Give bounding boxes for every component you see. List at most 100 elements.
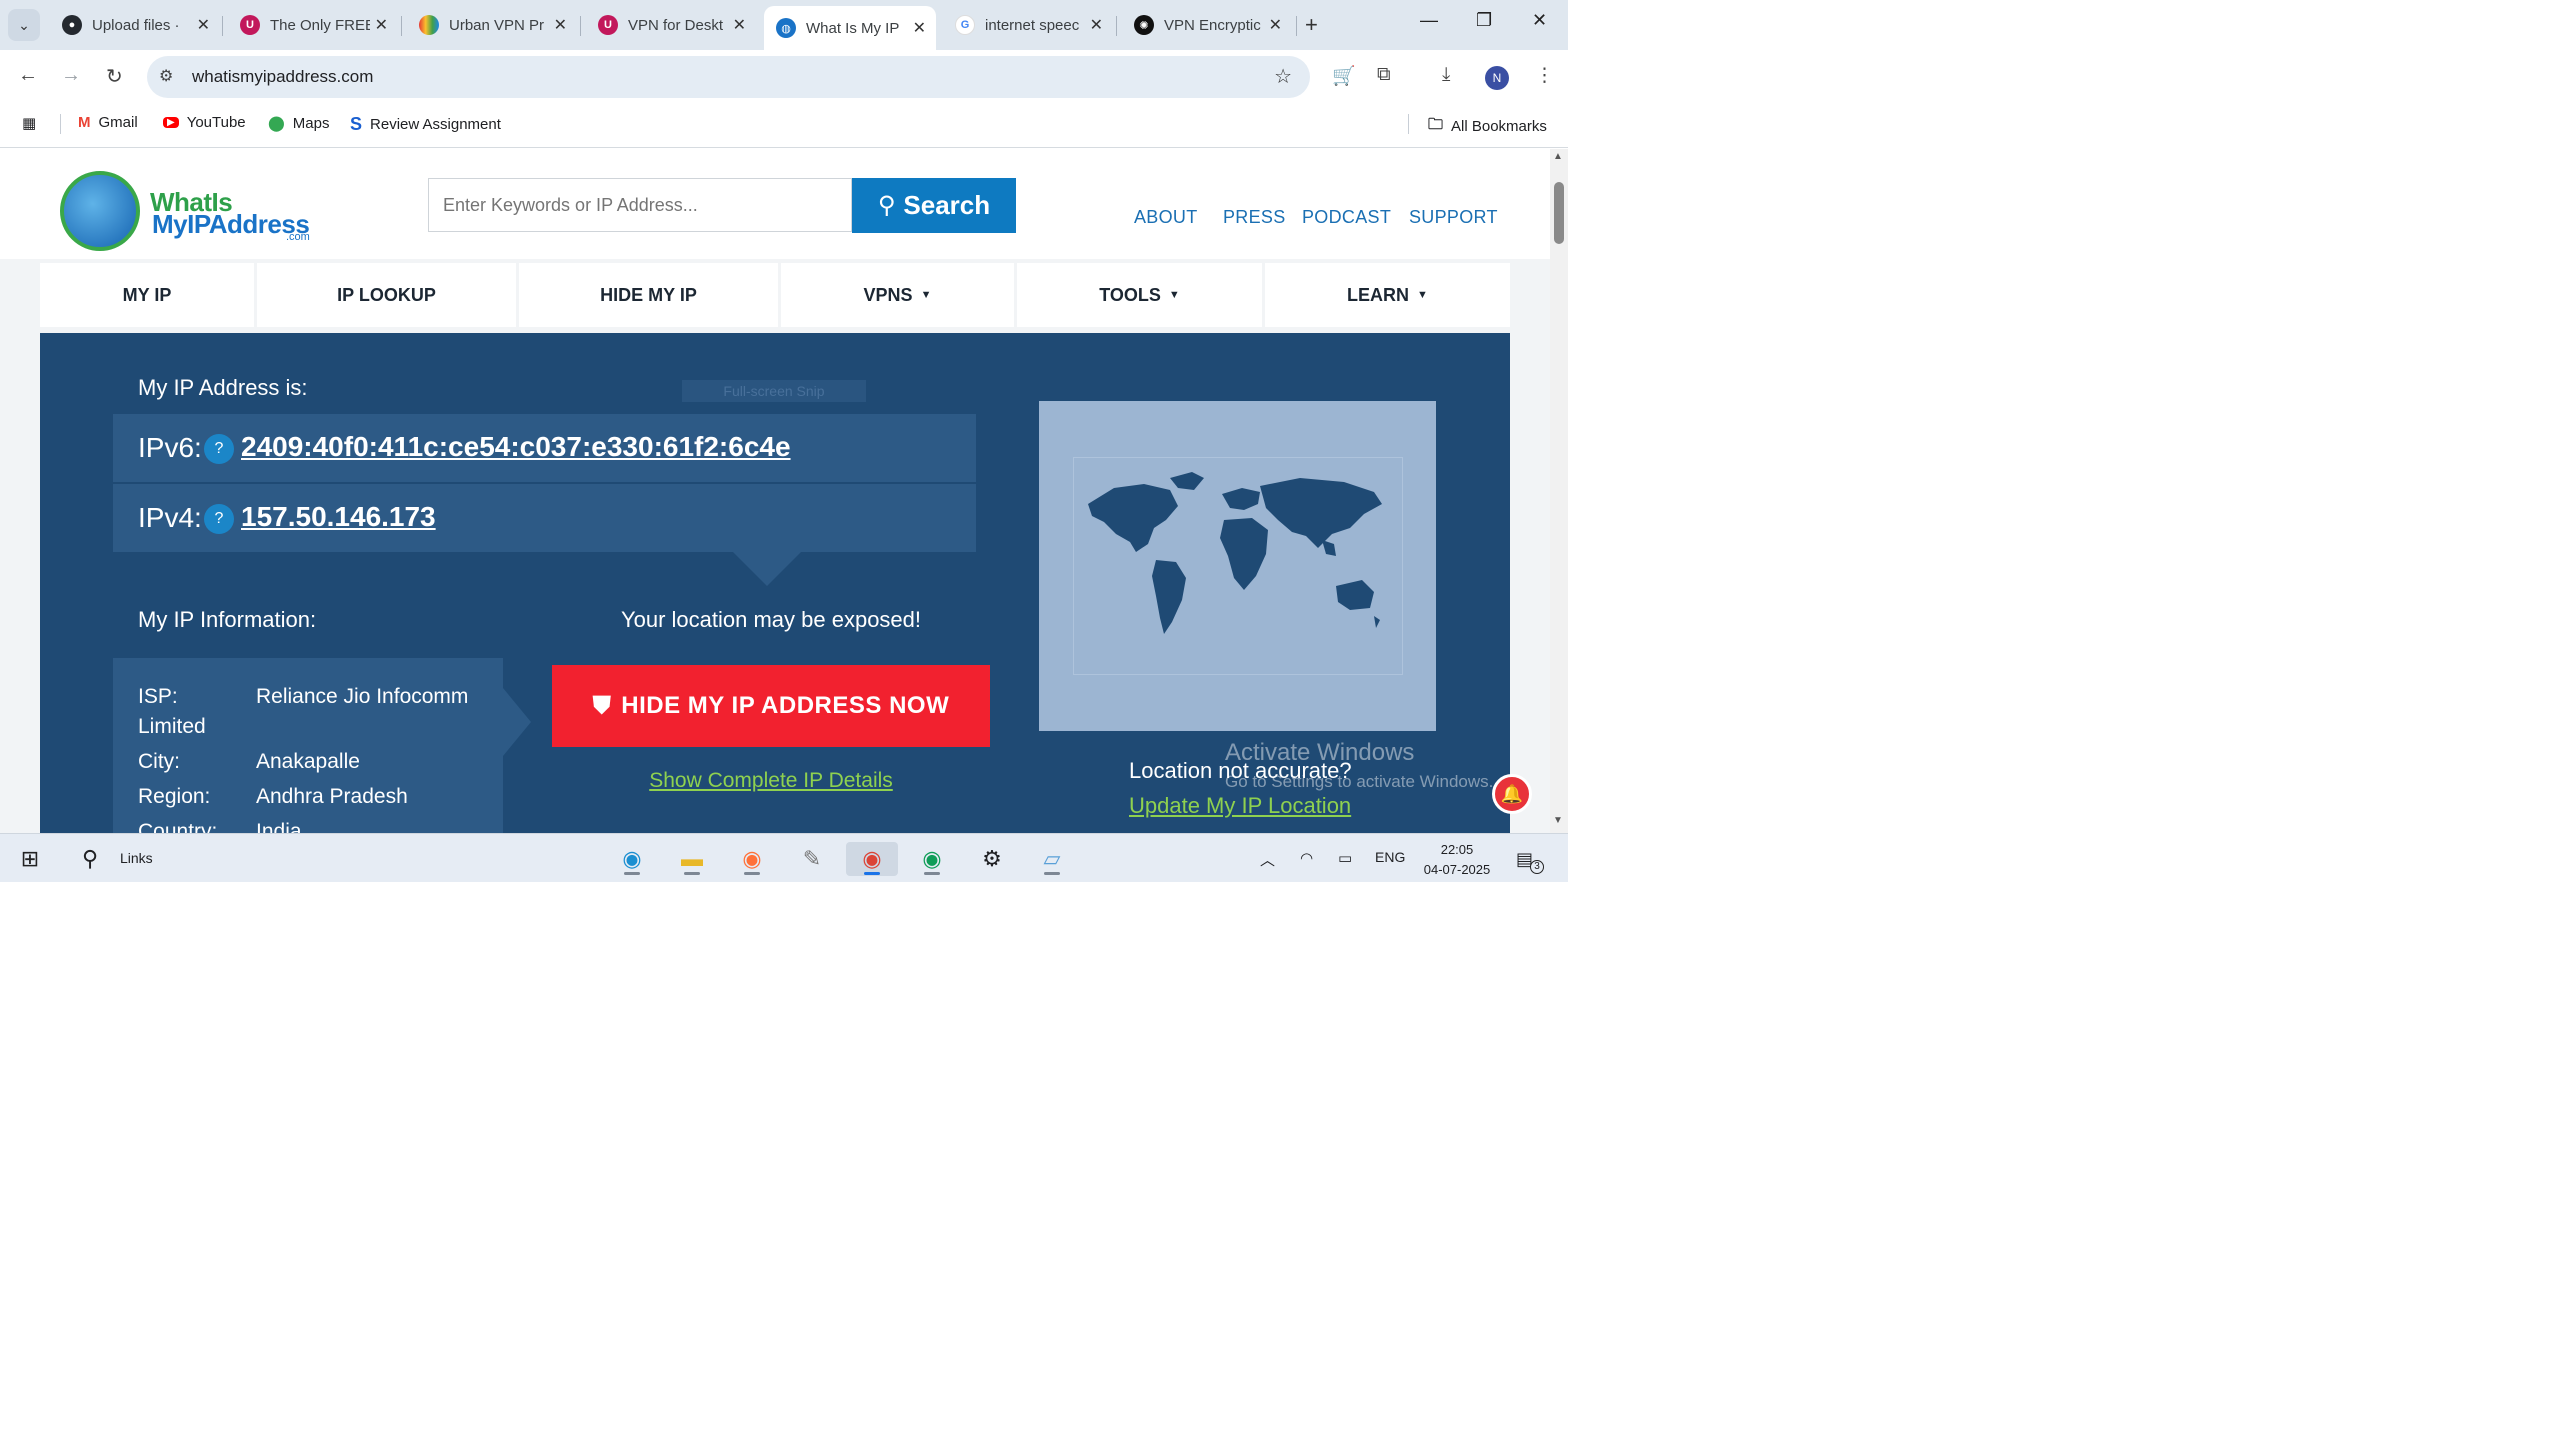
bookmark-label: Review Assignment (370, 116, 501, 133)
tab-vpn-encryption[interactable]: ✺ VPN Encryptic ✕ (1122, 6, 1292, 44)
bookmark-label: Gmail (98, 114, 138, 131)
chat-notification-button[interactable]: 🔔 (1492, 774, 1532, 814)
hide-ip-button[interactable]: ⛊ HIDE MY IP ADDRESS NOW (552, 665, 990, 747)
close-icon[interactable]: ✕ (197, 15, 210, 35)
nav-label: HIDE MY IP (600, 284, 697, 305)
link-about[interactable]: ABOUT (1134, 207, 1198, 228)
scroll-up-icon[interactable]: ▲ (1553, 151, 1563, 162)
taskbar-file-explorer[interactable]: ▬ (672, 842, 712, 876)
notepad-icon: ▱ (1043, 846, 1061, 871)
bookmark-review-assignment[interactable]: S Review Assignment (350, 114, 501, 135)
tab-internet-speed[interactable]: G internet speec ✕ (943, 6, 1113, 44)
address-bar[interactable]: ⚙ whatismyipaddress.com ☆ (147, 56, 1310, 98)
link-podcast[interactable]: PODCAST (1302, 207, 1391, 228)
bookmark-maps[interactable]: ⬤ Maps (268, 114, 329, 133)
info-key-city: City: (138, 750, 180, 773)
tab-search-button[interactable]: ⌄ (8, 9, 40, 41)
all-bookmarks[interactable]: 🗀 All Bookmarks (1428, 114, 1547, 139)
reload-button[interactable]: ↻ (106, 64, 123, 89)
download-icon[interactable]: ⤓ (1442, 64, 1450, 86)
search-button[interactable]: ⚲ Search (852, 178, 1016, 233)
nav-vpns[interactable]: VPNS ▼ (781, 263, 1014, 327)
bookmark-youtube[interactable]: ▶ YouTube (163, 114, 246, 131)
taskbar-settings[interactable]: ⚙ (972, 842, 1012, 876)
extensions-icon[interactable]: ⧉ (1377, 64, 1391, 86)
info-key-country: Country: (138, 820, 218, 833)
close-icon[interactable]: ✕ (913, 18, 926, 38)
close-icon[interactable]: ✕ (375, 15, 388, 35)
search-input[interactable] (428, 178, 852, 232)
help-icon[interactable]: ? (204, 434, 234, 464)
nav-hide-my-ip[interactable]: HIDE MY IP (519, 263, 778, 327)
info-val-region: Andhra Pradesh (256, 785, 408, 808)
page-scrollbar[interactable]: ▲ ▼ (1550, 149, 1568, 833)
ipv6-value[interactable]: 2409:40f0:411c:ce54:c037:e330:61f2:6c4e (241, 431, 791, 463)
close-icon[interactable]: ✕ (1269, 15, 1282, 35)
scroll-down-icon[interactable]: ▼ (1553, 815, 1563, 826)
site-info-icon[interactable]: ⚙ (159, 66, 173, 86)
taskbar-firefox[interactable]: ◉ (732, 842, 772, 876)
cart-extension-icon[interactable]: 🛒 (1332, 64, 1356, 88)
folder-icon: 🗀 (1428, 116, 1444, 133)
taskbar-search-label[interactable]: Links (120, 850, 153, 866)
taskbar-chrome[interactable]: ◉ (846, 842, 898, 876)
rainbow-icon (419, 15, 439, 35)
chevron-down-icon: ⌄ (18, 16, 30, 33)
language-indicator[interactable]: ENG (1375, 849, 1405, 865)
scroll-thumb[interactable] (1554, 182, 1564, 244)
battery-icon[interactable]: ▭ (1338, 849, 1352, 867)
nav-my-ip[interactable]: MY IP (40, 263, 254, 327)
close-icon[interactable]: ✕ (1090, 15, 1103, 35)
arrow-left-icon: ← (18, 64, 38, 86)
taskbar-edge[interactable]: ◉ (612, 842, 652, 876)
taskbar-clock[interactable]: 22:05 04-07-2025 (1418, 840, 1496, 880)
site-logo-icon[interactable] (60, 171, 140, 251)
menu-kebab-icon[interactable]: ⋮ (1535, 64, 1554, 87)
globe-icon: ◍ (776, 18, 796, 38)
tab-urban-vpn-free[interactable]: U The Only FREE ✕ (228, 6, 398, 44)
forward-button[interactable]: → (61, 64, 81, 87)
info-key-isp: ISP: (138, 685, 178, 708)
tab-upload-files[interactable]: ● Upload files · ✕ (50, 6, 220, 44)
profile-avatar[interactable]: N (1485, 66, 1509, 90)
browser-toolbar: ← → ↻ ⚙ whatismyipaddress.com ☆ 🛒 ⧉ ⤓ N … (0, 50, 1568, 102)
clock-time: 22:05 (1440, 842, 1474, 857)
start-button[interactable]: ⊞ (10, 842, 50, 876)
close-icon[interactable]: ✕ (733, 15, 746, 35)
my-ip-heading: My IP Address is: (138, 375, 308, 400)
taskbar-search-button[interactable]: ⚲ (70, 842, 110, 876)
back-button[interactable]: ← (18, 64, 38, 87)
link-support[interactable]: SUPPORT (1409, 207, 1498, 228)
taskbar-paint[interactable]: ✎ (792, 842, 832, 876)
tab-what-is-my-ip[interactable]: ◍ What Is My IP ✕ (764, 6, 936, 50)
tray-overflow-icon[interactable]: ︿ (1260, 849, 1275, 870)
nav-ip-lookup[interactable]: IP LOOKUP (257, 263, 516, 327)
tab-title: Upload files · (92, 16, 180, 34)
close-icon[interactable]: ✕ (554, 15, 567, 35)
tab-vpn-desktop[interactable]: U VPN for Deskt ✕ (586, 6, 756, 44)
new-tab-button[interactable]: + (1305, 12, 1318, 38)
minimize-icon: — (1420, 10, 1438, 30)
minimize-button[interactable]: — (1420, 10, 1438, 31)
bookmark-star-icon[interactable]: ☆ (1274, 64, 1292, 89)
wifi-icon[interactable]: ◠ (1300, 849, 1313, 867)
link-press[interactable]: PRESS (1223, 207, 1286, 228)
nav-tools[interactable]: TOOLS ▼ (1017, 263, 1262, 327)
tab-urban-vpn-pro[interactable]: Urban VPN Pr ✕ (407, 6, 577, 44)
bookmark-gmail[interactable]: M Gmail (78, 114, 138, 131)
apps-button[interactable]: ▦ (22, 114, 44, 132)
taskbar-chrome-profile[interactable]: ◉ (912, 842, 952, 876)
ipv4-value[interactable]: 157.50.146.173 (241, 501, 436, 533)
paint-icon: ✎ (802, 846, 822, 871)
restore-button[interactable]: ❐ (1476, 10, 1492, 31)
taskbar-notepad[interactable]: ▱ (1032, 842, 1072, 876)
help-icon[interactable]: ? (204, 504, 234, 534)
update-location-link[interactable]: Update My IP Location (1129, 793, 1351, 819)
url-text[interactable]: whatismyipaddress.com (192, 67, 373, 87)
windows-logo-icon: ⊞ (20, 846, 40, 871)
youtube-icon: ▶ (163, 117, 179, 128)
close-window-button[interactable]: ✕ (1532, 10, 1547, 31)
callout-pointer (733, 552, 801, 586)
show-ip-details-link[interactable]: Show Complete IP Details (552, 769, 990, 793)
nav-learn[interactable]: LEARN ▼ (1265, 263, 1510, 327)
